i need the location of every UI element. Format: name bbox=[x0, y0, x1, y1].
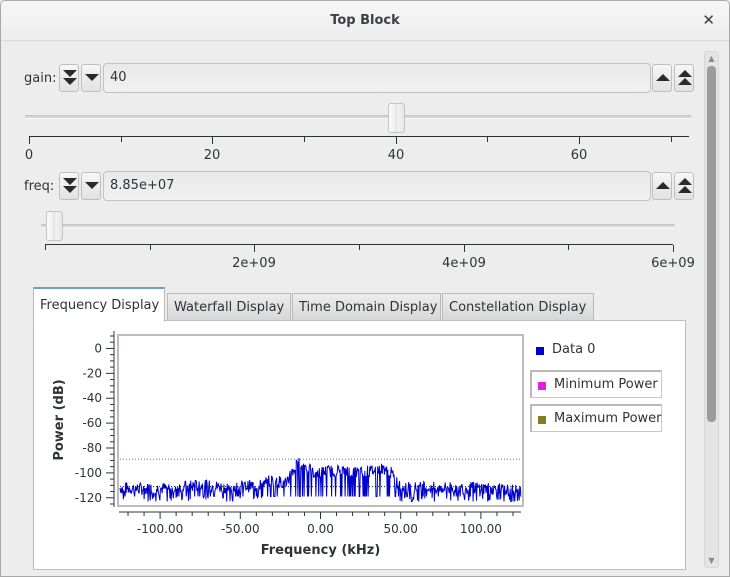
scrollbar-thumb[interactable] bbox=[707, 66, 716, 422]
freq-tick-label: 4e+09 bbox=[442, 256, 486, 271]
freq-slider-handle[interactable] bbox=[46, 211, 63, 241]
top-block-window: Top Block ✕ gain: 40 0 20 40 60 freq: 8.85e… bbox=[0, 0, 730, 577]
freq-major-tick bbox=[254, 245, 255, 252]
legend-data-0[interactable]: Data 0 bbox=[530, 337, 599, 365]
y-tick-label: 0 bbox=[94, 341, 102, 355]
gain-major-tick bbox=[29, 137, 30, 144]
y-axis-label: Power (dB) bbox=[52, 379, 67, 460]
tab-waterfall-display[interactable]: Waterfall Display bbox=[167, 293, 291, 321]
legend-label: Data 0 bbox=[552, 342, 596, 357]
tab-frequency-display[interactable]: Frequency Display bbox=[33, 287, 165, 322]
freq-major-tick bbox=[673, 245, 674, 252]
arrow-down-icon bbox=[85, 182, 99, 189]
title-bar[interactable]: Top Block ✕ bbox=[1, 1, 729, 41]
y-tick-label: -40 bbox=[82, 391, 102, 405]
gain-tick-label: 20 bbox=[203, 148, 221, 163]
double-arrow-down-icon-lower bbox=[63, 78, 77, 85]
legend-label: Minimum Power bbox=[554, 377, 658, 392]
arrow-down-icon bbox=[85, 74, 99, 81]
gain-input[interactable]: 40 bbox=[103, 63, 651, 93]
tab-constellation-display[interactable]: Constellation Display bbox=[442, 293, 594, 321]
gain-big-decrement-button[interactable] bbox=[59, 64, 79, 92]
gain-tick-label: 60 bbox=[570, 148, 588, 163]
scroll-down-icon[interactable]: ▼ bbox=[706, 555, 717, 566]
freq-input[interactable]: 8.85e+07 bbox=[103, 171, 651, 201]
legend-minimum-power[interactable]: Minimum Power bbox=[530, 370, 662, 398]
freq-minor-tick bbox=[568, 245, 569, 250]
gain-minor-tick bbox=[121, 137, 122, 142]
x-tick-label: 100.00 bbox=[460, 522, 502, 536]
gain-slider-handle[interactable] bbox=[388, 103, 405, 133]
arrow-up-icon bbox=[656, 182, 670, 189]
y-tick-label: -60 bbox=[82, 416, 102, 430]
freq-minor-tick bbox=[359, 245, 360, 250]
scroll-up-icon[interactable]: ▲ bbox=[706, 53, 717, 64]
gain-increment-button[interactable] bbox=[652, 64, 672, 92]
frequency-display-panel: 0 -20 -40 -60 -80 -100 -120 -100.00 -50.00 0.00 50… bbox=[33, 320, 686, 570]
gain-minor-tick bbox=[671, 137, 672, 142]
y-tick-label: -80 bbox=[82, 441, 102, 455]
legend-swatch-maximum-power bbox=[538, 416, 546, 424]
legend-swatch-data-0 bbox=[536, 347, 544, 355]
gain-major-tick bbox=[579, 137, 580, 144]
gain-scale-line bbox=[29, 136, 689, 137]
double-arrow-down-icon-lower bbox=[63, 186, 77, 193]
freq-label: freq: bbox=[24, 179, 55, 194]
y-tick-label: -100 bbox=[75, 466, 102, 480]
y-tick-label: -120 bbox=[75, 491, 102, 505]
gain-minor-tick bbox=[487, 137, 488, 142]
x-tick-label: -100.00 bbox=[137, 522, 183, 536]
y-tick-label: -20 bbox=[82, 366, 102, 380]
close-icon[interactable]: ✕ bbox=[702, 11, 715, 29]
tab-time-domain-display[interactable]: Time Domain Display bbox=[292, 293, 441, 321]
x-axis-label: Frequency (kHz) bbox=[261, 543, 381, 558]
double-arrow-up-icon bbox=[678, 178, 692, 185]
x-tick-label: 50.00 bbox=[384, 522, 418, 536]
gain-tick-label: 0 bbox=[24, 148, 34, 163]
freq-tick-label: 6e+09 bbox=[651, 256, 695, 271]
double-arrow-down-icon bbox=[63, 70, 77, 77]
gain-minor-tick bbox=[304, 137, 305, 142]
double-arrow-up-icon-lower bbox=[678, 78, 692, 85]
vertical-scrollbar[interactable]: ▲ ▼ bbox=[704, 51, 719, 568]
x-tick-label: 0.00 bbox=[307, 522, 334, 536]
legend-maximum-power[interactable]: Maximum Power bbox=[530, 404, 662, 432]
gain-major-tick bbox=[212, 137, 213, 144]
freq-slider-track[interactable] bbox=[41, 224, 675, 228]
freq-minor-tick bbox=[45, 245, 46, 250]
gain-label: gain: bbox=[24, 71, 57, 86]
double-arrow-down-icon bbox=[63, 178, 77, 185]
gain-slider-track[interactable] bbox=[25, 115, 691, 119]
freq-minor-tick bbox=[150, 245, 151, 250]
double-arrow-up-icon-lower bbox=[678, 186, 692, 193]
freq-big-increment-button[interactable] bbox=[674, 172, 694, 200]
gain-big-increment-button[interactable] bbox=[674, 64, 694, 92]
window-title: Top Block bbox=[330, 13, 400, 28]
double-arrow-up-icon bbox=[678, 70, 692, 77]
freq-major-tick bbox=[464, 245, 465, 252]
freq-big-decrement-button[interactable] bbox=[59, 172, 79, 200]
freq-decrement-button[interactable] bbox=[81, 172, 101, 200]
gain-major-tick bbox=[396, 137, 397, 144]
freq-increment-button[interactable] bbox=[652, 172, 672, 200]
x-tick-label: -50.00 bbox=[221, 522, 260, 536]
arrow-up-icon bbox=[656, 74, 670, 81]
gain-tick-label: 40 bbox=[387, 148, 405, 163]
gain-decrement-button[interactable] bbox=[81, 64, 101, 92]
legend-label: Maximum Power bbox=[554, 411, 662, 426]
freq-tick-label: 2e+09 bbox=[232, 256, 276, 271]
legend-swatch-minimum-power bbox=[538, 382, 546, 390]
